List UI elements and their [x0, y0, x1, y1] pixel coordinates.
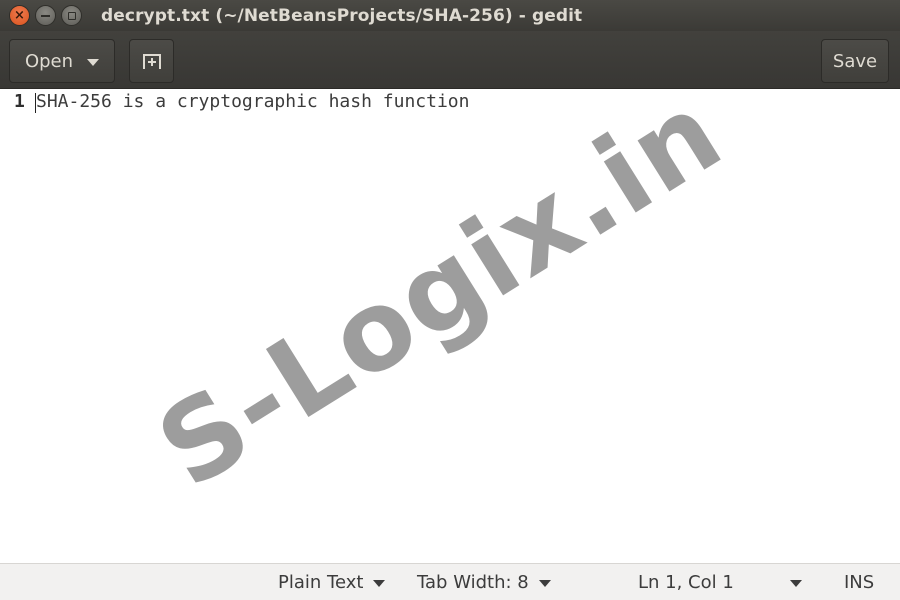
maximize-window-button[interactable]: [61, 5, 82, 26]
new-tab-button[interactable]: [129, 39, 174, 83]
tab-width-label: Tab Width: 8: [417, 571, 529, 593]
header-bar: Open Save: [0, 31, 900, 89]
title-bar: × decrypt.txt (~/NetBeansProjects/SHA-25…: [0, 0, 900, 31]
language-selector[interactable]: Plain Text: [278, 564, 386, 600]
minimize-icon: [41, 14, 50, 17]
cursor-position[interactable]: Ln 1, Col 1: [638, 564, 734, 600]
open-button-label: Open: [24, 50, 74, 72]
tab-width-selector[interactable]: Tab Width: 8: [417, 564, 551, 600]
language-label: Plain Text: [278, 571, 364, 593]
chevron-down-icon: [373, 579, 386, 587]
save-button[interactable]: Save: [821, 39, 889, 83]
insert-mode-label: INS: [844, 571, 875, 593]
insert-mode-indicator[interactable]: INS: [844, 564, 874, 600]
maximize-icon: [67, 11, 76, 20]
line-number: 1: [14, 91, 25, 112]
position-menu-button[interactable]: [790, 564, 802, 600]
close-window-button[interactable]: ×: [9, 5, 30, 26]
minimize-window-button[interactable]: [35, 5, 56, 26]
close-icon: ×: [14, 8, 25, 23]
cursor-position-label: Ln 1, Col 1: [638, 571, 734, 593]
window-controls: ×: [9, 5, 82, 26]
open-button[interactable]: Open: [9, 39, 115, 83]
chevron-down-icon: [538, 579, 551, 587]
chevron-down-icon: [87, 58, 100, 66]
new-tab-icon: [142, 54, 161, 69]
save-button-label: Save: [832, 50, 878, 72]
editor-line[interactable]: SHA-256 is a cryptographic hash function: [36, 91, 469, 112]
chevron-down-icon: [790, 579, 802, 587]
window-title: decrypt.txt (~/NetBeansProjects/SHA-256)…: [101, 5, 583, 26]
status-bar: Plain Text Tab Width: 8 Ln 1, Col 1 INS: [0, 563, 900, 600]
